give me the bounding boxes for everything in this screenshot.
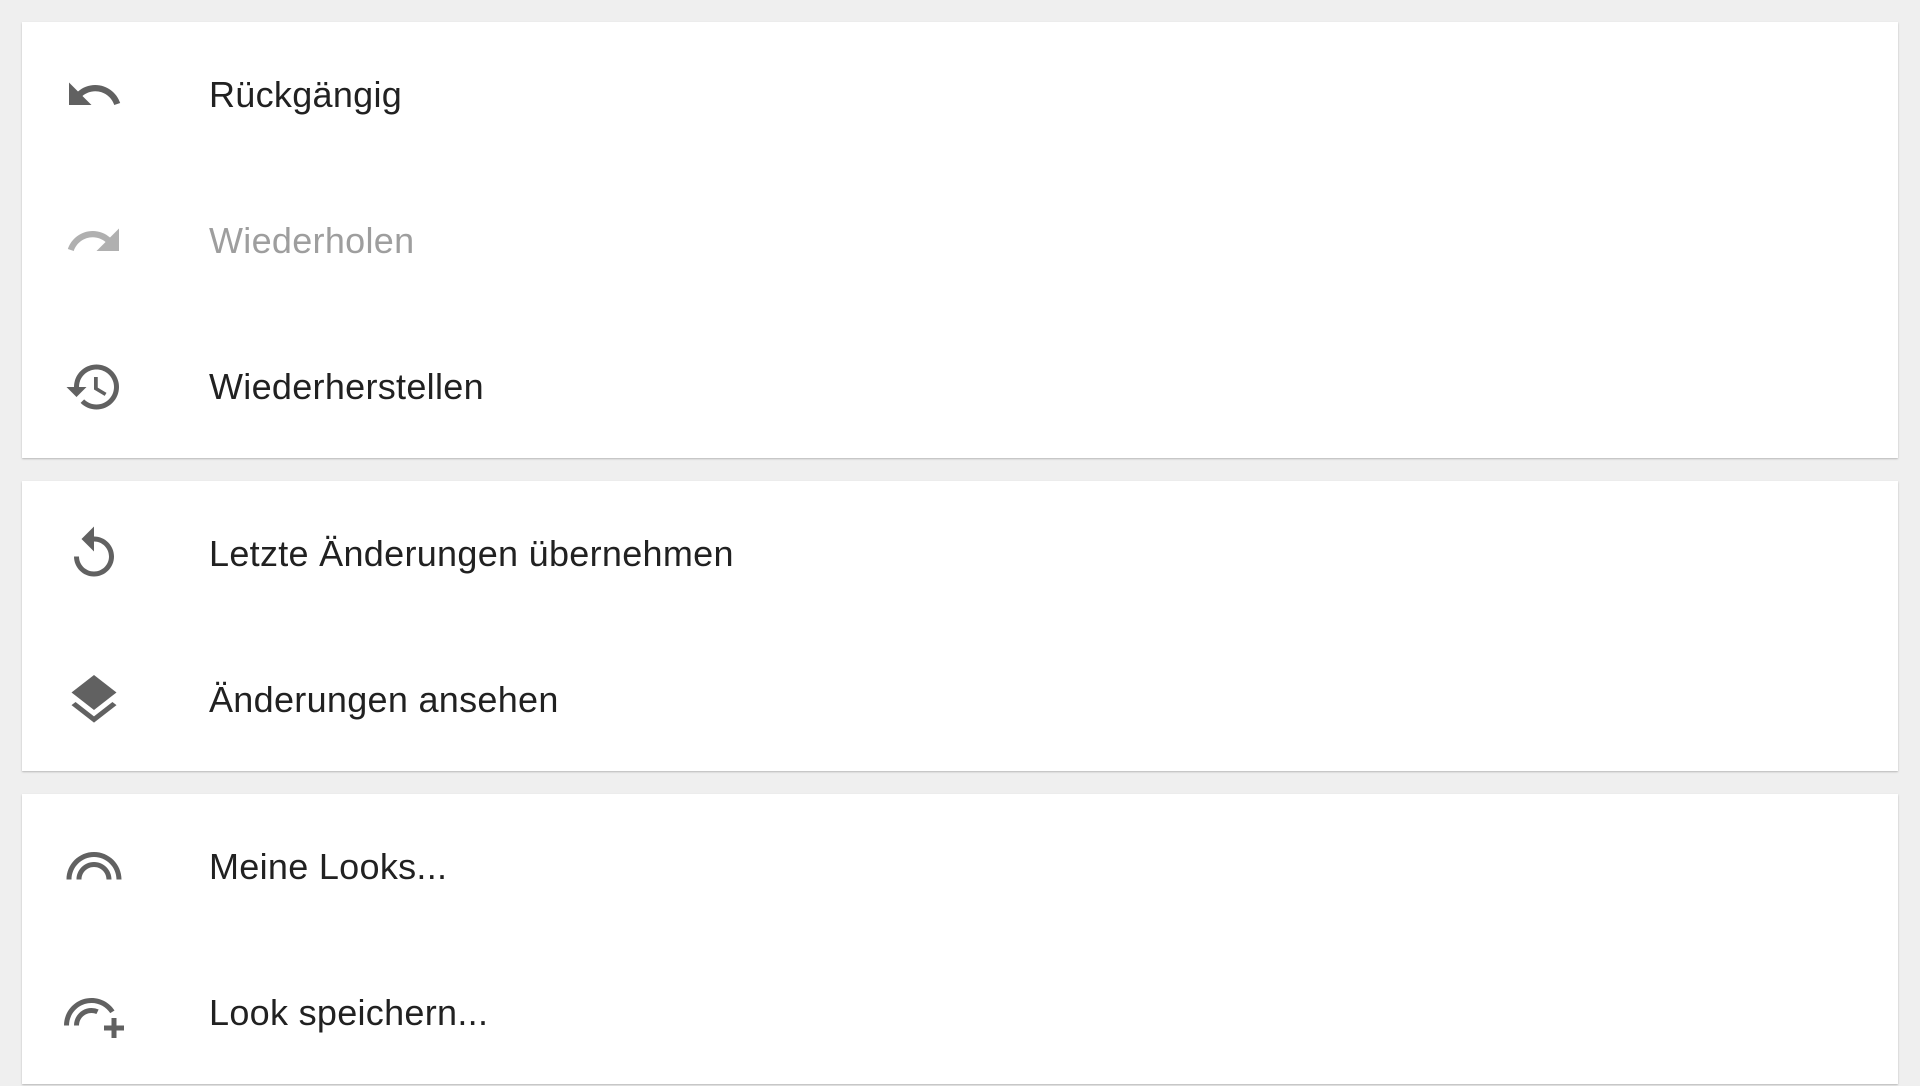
looks-group: Meine Looks... Look speichern... (22, 794, 1898, 1084)
looks-add-icon (61, 980, 127, 1046)
menu-item-restore[interactable]: Wiederherstellen (22, 314, 1898, 460)
history-icon (61, 354, 127, 420)
menu-item-my-looks[interactable]: Meine Looks... (22, 794, 1898, 940)
menu-item-apply-last-changes[interactable]: Letzte Änderungen übernehmen (22, 481, 1898, 627)
menu-item-label: Letzte Änderungen übernehmen (209, 533, 734, 574)
menu-item-label: Wiederholen (209, 220, 415, 261)
edit-history-group: Rückgängig Wiederholen Wiederherstellen (22, 22, 1898, 458)
looks-icon (61, 834, 127, 900)
menu-item-label: Look speichern... (209, 992, 489, 1033)
rotate-left-icon (61, 521, 127, 587)
menu-item-label: Wiederherstellen (209, 366, 484, 407)
changes-group: Letzte Änderungen übernehmen Änderungen … (22, 481, 1898, 771)
layers-icon (61, 667, 127, 733)
menu-item-save-look[interactable]: Look speichern... (22, 940, 1898, 1086)
undo-icon (61, 62, 127, 128)
menu-item-undo[interactable]: Rückgängig (22, 22, 1898, 168)
menu-item-view-changes[interactable]: Änderungen ansehen (22, 627, 1898, 773)
menu-item-label: Meine Looks... (209, 846, 448, 887)
menu-item-label: Rückgängig (209, 74, 403, 115)
menu-item-redo[interactable]: Wiederholen (22, 168, 1898, 314)
redo-icon (61, 208, 127, 274)
menu-item-label: Änderungen ansehen (209, 679, 559, 720)
